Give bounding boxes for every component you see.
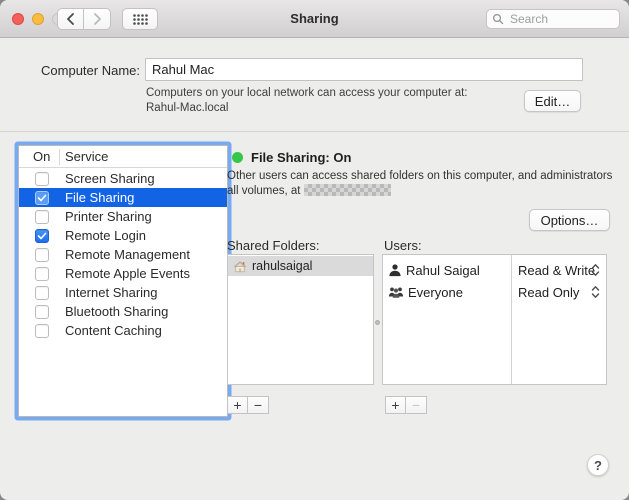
user-row-everyone[interactable]: Everyone Read Only bbox=[383, 281, 606, 303]
redacted-address bbox=[303, 184, 391, 196]
description-line2-prefix: all volumes, at bbox=[227, 185, 301, 197]
help-button[interactable]: ? bbox=[587, 454, 609, 476]
shared-folder-row[interactable]: rahulsaigal bbox=[228, 256, 373, 276]
service-row-remote-management[interactable]: Remote Management bbox=[19, 245, 227, 264]
column-header-on: On bbox=[33, 149, 51, 164]
description-line2: all volumes, at bbox=[227, 184, 619, 199]
description-line1: Other users can access shared folders on… bbox=[227, 170, 613, 182]
users-label: Users: bbox=[384, 238, 422, 253]
service-label: Remote Login bbox=[65, 228, 146, 243]
service-label: Internet Sharing bbox=[65, 285, 158, 300]
service-label: Remote Apple Events bbox=[65, 266, 191, 281]
shared-folder-name: rahulsaigal bbox=[252, 259, 313, 273]
checkbox-unchecked[interactable] bbox=[35, 266, 49, 281]
status-green-dot-icon bbox=[232, 152, 243, 163]
person-icon bbox=[388, 263, 402, 277]
services-list-header: On Service bbox=[19, 146, 227, 168]
permission-stepper-icon[interactable] bbox=[591, 263, 600, 277]
computer-name-caption: Computers on your local network can acce… bbox=[146, 86, 468, 115]
group-icon bbox=[388, 285, 404, 299]
section-divider bbox=[0, 131, 629, 132]
search-input[interactable] bbox=[508, 11, 614, 27]
shared-folders-label: Shared Folders: bbox=[227, 238, 320, 253]
options-button[interactable]: Options… bbox=[529, 209, 610, 231]
caption-line2: Rahul-Mac.local bbox=[146, 101, 229, 114]
remove-shared-folder-button[interactable]: − bbox=[248, 396, 269, 414]
checkbox-unchecked[interactable] bbox=[35, 304, 49, 319]
sharing-preferences-window: Sharing Computer Name: Computers on your… bbox=[0, 0, 629, 500]
service-row-file-sharing[interactable]: File Sharing bbox=[19, 188, 227, 207]
user-name: Rahul Saigal bbox=[406, 262, 480, 278]
list-splitter-handle[interactable] bbox=[375, 320, 380, 325]
permission-value[interactable]: Read & Write bbox=[518, 259, 595, 281]
service-label: Screen Sharing bbox=[65, 171, 155, 186]
service-row-remote-login[interactable]: Remote Login bbox=[19, 226, 227, 245]
edit-button[interactable]: Edit… bbox=[524, 90, 581, 112]
add-user-button[interactable]: + bbox=[385, 396, 406, 414]
add-shared-folder-button[interactable]: + bbox=[227, 396, 248, 414]
caption-line1: Computers on your local network can acce… bbox=[146, 87, 468, 99]
remove-user-button-disabled: − bbox=[406, 396, 427, 414]
user-name: Everyone bbox=[408, 284, 463, 300]
service-label: Printer Sharing bbox=[65, 209, 152, 224]
title-bar: Sharing bbox=[0, 0, 629, 38]
shared-folders-list: rahulsaigal bbox=[227, 254, 374, 385]
service-row-printer-sharing[interactable]: Printer Sharing bbox=[19, 207, 227, 226]
service-row-bluetooth-sharing[interactable]: Bluetooth Sharing bbox=[19, 302, 227, 321]
search-icon bbox=[492, 13, 504, 25]
computer-name-input[interactable] bbox=[145, 58, 583, 81]
users-add-remove: + − bbox=[385, 396, 427, 414]
permission-stepper-icon[interactable] bbox=[591, 285, 600, 299]
file-sharing-description: Other users can access shared folders on… bbox=[227, 169, 619, 199]
home-folder-icon bbox=[233, 260, 247, 273]
computer-name-label: Computer Name: bbox=[41, 63, 140, 78]
checkbox-unchecked[interactable] bbox=[35, 209, 49, 224]
status-title: File Sharing: On bbox=[251, 150, 352, 165]
column-header-service: Service bbox=[65, 149, 109, 164]
checkbox-unchecked[interactable] bbox=[35, 323, 49, 338]
services-list: On Service Screen Sharing File Sharing P… bbox=[18, 145, 228, 417]
checkbox-unchecked[interactable] bbox=[35, 171, 49, 186]
service-label: Content Caching bbox=[65, 323, 162, 338]
checkbox-unchecked[interactable] bbox=[35, 285, 49, 300]
service-row-screen-sharing[interactable]: Screen Sharing bbox=[19, 169, 227, 188]
service-row-content-caching[interactable]: Content Caching bbox=[19, 321, 227, 340]
permission-value[interactable]: Read Only bbox=[518, 281, 579, 303]
service-label: File Sharing bbox=[65, 190, 135, 205]
user-row-rahul-saigal[interactable]: Rahul Saigal Read & Write bbox=[383, 259, 606, 281]
service-row-internet-sharing[interactable]: Internet Sharing bbox=[19, 283, 227, 302]
service-label: Bluetooth Sharing bbox=[65, 304, 169, 319]
checkbox-unchecked[interactable] bbox=[35, 247, 49, 262]
service-row-remote-apple-events[interactable]: Remote Apple Events bbox=[19, 264, 227, 283]
column-divider bbox=[59, 149, 60, 165]
checkbox-checked[interactable] bbox=[35, 190, 49, 205]
service-label: Remote Management bbox=[65, 247, 191, 262]
checkbox-checked[interactable] bbox=[35, 228, 49, 243]
search-field[interactable] bbox=[486, 9, 620, 29]
users-list: Rahul Saigal Read & Write Everyone Read … bbox=[382, 254, 607, 385]
shared-folders-add-remove: + − bbox=[227, 396, 269, 414]
